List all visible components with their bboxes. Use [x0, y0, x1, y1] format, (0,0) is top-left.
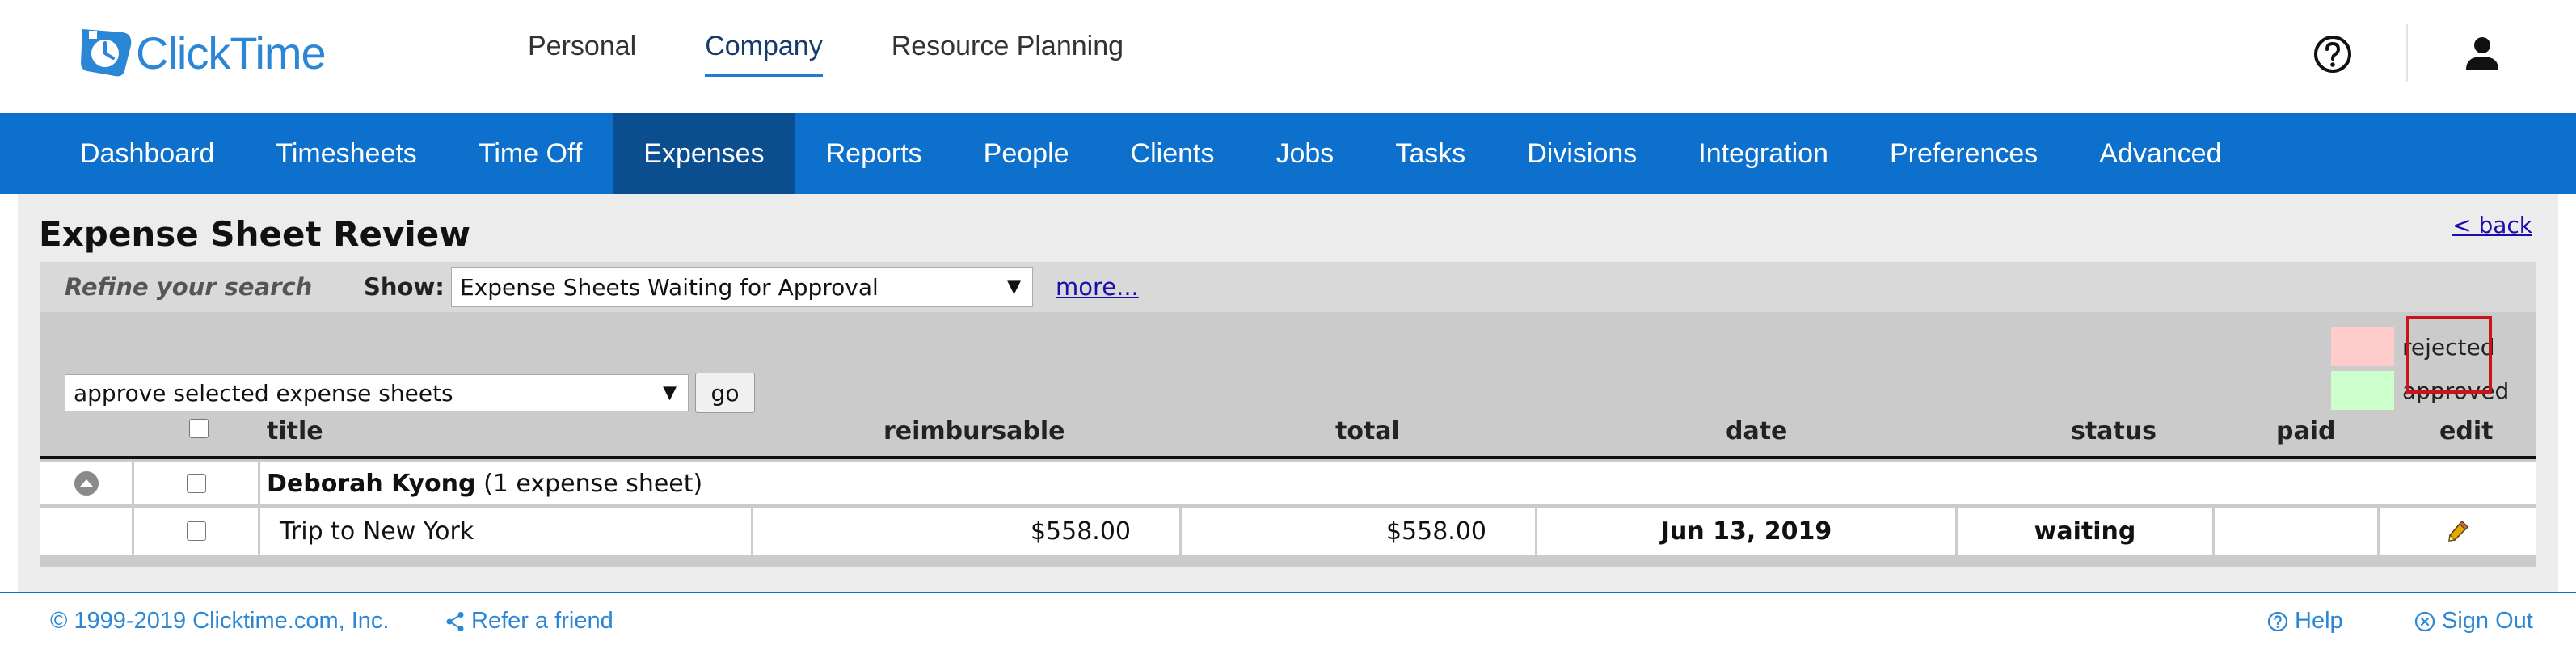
column-header-status[interactable]: status	[2071, 417, 2157, 449]
refine-search-label: Refine your search	[65, 273, 313, 301]
row-total-cell: $558.00	[1182, 508, 1537, 555]
refer-a-friend-label: Refer a friend	[471, 608, 613, 634]
copyright-label: © 1999-2019 Clicktime.com, Inc.	[50, 608, 390, 634]
column-header-reimbursable[interactable]: reimbursable	[883, 417, 1065, 449]
tab-integration[interactable]: Integration	[1667, 113, 1859, 194]
legend-swatch-approved	[2331, 371, 2394, 410]
tab-advanced[interactable]: Advanced	[2068, 113, 2252, 194]
header-divider	[2406, 24, 2408, 82]
row-reimbursable: $558.00	[1030, 517, 1131, 546]
collapse-group-icon[interactable]	[74, 470, 99, 496]
row-date: Jun 13, 2019	[1660, 517, 1832, 546]
group-title-cell: Deborah Kyong (1 expense sheet)	[260, 462, 2536, 504]
show-filter-value: Expense Sheets Waiting for Approval	[460, 273, 879, 301]
row-indent-cell	[40, 508, 134, 555]
back-link[interactable]: < back	[2452, 212, 2532, 238]
bulk-action-select[interactable]: approve selected expense sheets ▼	[65, 374, 689, 411]
tab-timesheets[interactable]: Timesheets	[245, 113, 447, 194]
top-header: ClickTime Personal Company Resource Plan…	[0, 0, 2576, 113]
clock-logo-icon	[81, 29, 132, 77]
header-divider-line	[40, 456, 2536, 459]
clicktime-logo[interactable]: ClickTime	[78, 24, 327, 81]
tab-preferences[interactable]: Preferences	[1859, 113, 2068, 194]
dropdown-caret-icon: ▼	[1007, 276, 1021, 297]
dropdown-caret-icon: ▼	[663, 382, 677, 403]
help-link[interactable]: Help	[2267, 608, 2343, 635]
nav-personal[interactable]: Personal	[528, 31, 636, 77]
column-header-date[interactable]: date	[1726, 417, 1787, 449]
row-title[interactable]: Trip to New York	[280, 517, 474, 546]
tab-dashboard[interactable]: Dashboard	[49, 113, 245, 194]
legend-swatch-rejected	[2331, 327, 2394, 366]
refine-search-bar: Refine your search Show: Expense Sheets …	[40, 262, 2536, 312]
nav-resource-planning[interactable]: Resource Planning	[892, 31, 1124, 77]
row-paid-cell	[2215, 508, 2380, 555]
tab-time-off[interactable]: Time Off	[448, 113, 613, 194]
section-tabs: Dashboard Timesheets Time Off Expenses R…	[0, 113, 2576, 194]
refer-a-friend-link[interactable]: Refer a friend	[445, 608, 613, 635]
user-account-icon[interactable]	[2463, 34, 2502, 73]
column-header-paid[interactable]: paid	[2276, 417, 2335, 449]
tab-jobs[interactable]: Jobs	[1245, 113, 1364, 194]
sign-out-icon	[2414, 611, 2435, 631]
primary-nav: Personal Company Resource Planning	[528, 31, 1192, 77]
group-select-checkbox[interactable]	[186, 474, 206, 493]
page-title: Expense Sheet Review	[39, 214, 471, 254]
copyright-text: © 1999-2019 Clicktime.com, Inc.	[50, 608, 389, 635]
help-label: Help	[2295, 608, 2343, 634]
select-all-checkbox[interactable]	[189, 419, 209, 438]
group-checkbox-cell	[134, 462, 260, 504]
group-count: (1 expense sheet)	[483, 469, 703, 498]
row-select-checkbox[interactable]	[186, 521, 206, 541]
tab-reports[interactable]: Reports	[795, 113, 953, 194]
pencil-edit-icon[interactable]	[2446, 519, 2470, 543]
show-filter-select[interactable]: Expense Sheets Waiting for Approval ▼	[451, 267, 1033, 307]
nav-company[interactable]: Company	[705, 31, 823, 77]
share-icon	[446, 611, 464, 631]
group-name: Deborah Kyong	[267, 469, 476, 498]
tab-expenses[interactable]: Expenses	[613, 113, 795, 194]
tab-people[interactable]: People	[953, 113, 1100, 194]
tab-clients[interactable]: Clients	[1100, 113, 1246, 194]
sign-out-label: Sign Out	[2442, 608, 2533, 634]
row-date-cell: Jun 13, 2019	[1537, 508, 1958, 555]
row-total: $558.00	[1385, 517, 1486, 546]
go-button[interactable]: go	[695, 373, 755, 413]
table-group-row: Deborah Kyong (1 expense sheet)	[40, 462, 2536, 504]
row-status: waiting	[2034, 517, 2136, 546]
row-reimbursable-cell: $558.00	[753, 508, 1182, 555]
footer: © 1999-2019 Clicktime.com, Inc. Refer a …	[0, 593, 2576, 658]
column-header-edit: edit	[2439, 417, 2494, 445]
main-panel: Expense Sheet Review < back Refine your …	[18, 194, 2558, 592]
row-status-cell: waiting	[1958, 508, 2215, 555]
edit-highlight-box	[2406, 316, 2492, 394]
sign-out-link[interactable]: Sign Out	[2414, 608, 2533, 635]
column-header-title[interactable]: title	[267, 417, 323, 449]
tab-divisions[interactable]: Divisions	[1496, 113, 1667, 194]
bulk-action-value: approve selected expense sheets	[74, 379, 453, 407]
help-small-icon	[2267, 611, 2288, 631]
logo-text: ClickTime	[136, 27, 327, 78]
group-toggle-cell	[40, 462, 134, 504]
expense-sheet-grid: approve selected expense sheets ▼ go rej…	[40, 312, 2536, 567]
row-edit-cell	[2380, 508, 2536, 555]
more-options-link[interactable]: more...	[1056, 273, 1139, 301]
row-title-cell: Trip to New York	[260, 508, 753, 555]
row-checkbox-cell	[134, 508, 260, 555]
help-circle-icon[interactable]	[2312, 34, 2353, 74]
show-label: Show:	[364, 273, 445, 301]
tab-tasks[interactable]: Tasks	[1364, 113, 1496, 194]
table-row: Trip to New York $558.00 $558.00 Jun 13,…	[40, 508, 2536, 555]
column-header-total[interactable]: total	[1335, 417, 1400, 449]
